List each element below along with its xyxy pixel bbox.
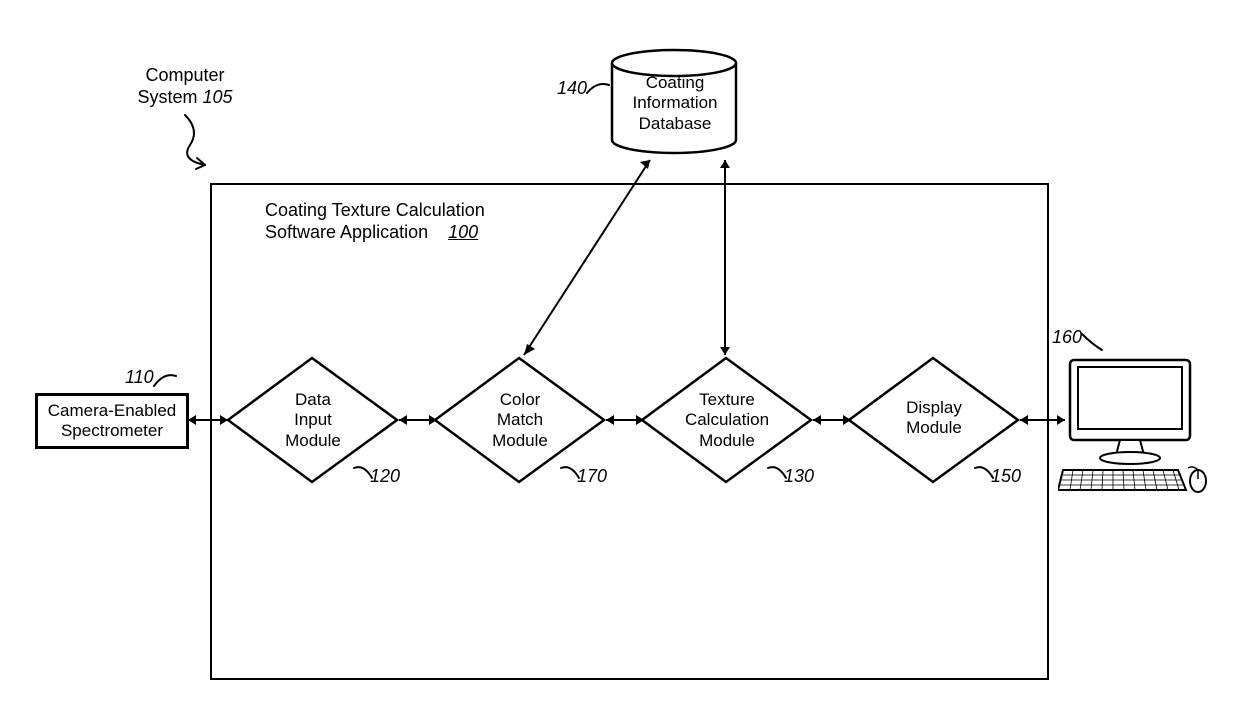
spectrometer-box: Camera-EnabledSpectrometer: [35, 393, 189, 449]
arrow-db-tc: [715, 150, 735, 365]
arrow-spec-di: [183, 410, 233, 430]
db-ref-tick-icon: [585, 79, 613, 97]
spectrometer-ref: 110: [125, 367, 154, 389]
cm-ref-tick-icon: [559, 462, 584, 484]
wavy-arrow-icon: [175, 110, 235, 180]
app-label: Coating Texture CalculationSoftware Appl…: [265, 200, 545, 243]
arrow-db-cm: [510, 150, 670, 365]
arrow-dm-computer: [1015, 410, 1070, 430]
computer-ref: 160: [1052, 327, 1082, 349]
spectrometer-text: Camera-EnabledSpectrometer: [48, 401, 177, 442]
app-label-ref: 100: [448, 222, 478, 242]
comp-ref-tick-icon: [1080, 332, 1108, 354]
database-ref: 140: [557, 78, 587, 100]
system-title-ref: 105: [202, 87, 232, 107]
dm-ref-tick-icon: [973, 462, 998, 484]
tc-ref-tick-icon: [766, 462, 791, 484]
computer-icon: [1058, 355, 1213, 495]
di-ref-tick-icon: [352, 462, 377, 484]
arrow-tc-dm: [808, 410, 856, 430]
spec-ref-tick-icon: [152, 370, 180, 392]
system-title: ComputerSystem 105: [135, 65, 235, 108]
arrow-di-cm: [394, 410, 442, 430]
arrow-cm-tc: [601, 410, 649, 430]
database-icon: [609, 48, 739, 158]
